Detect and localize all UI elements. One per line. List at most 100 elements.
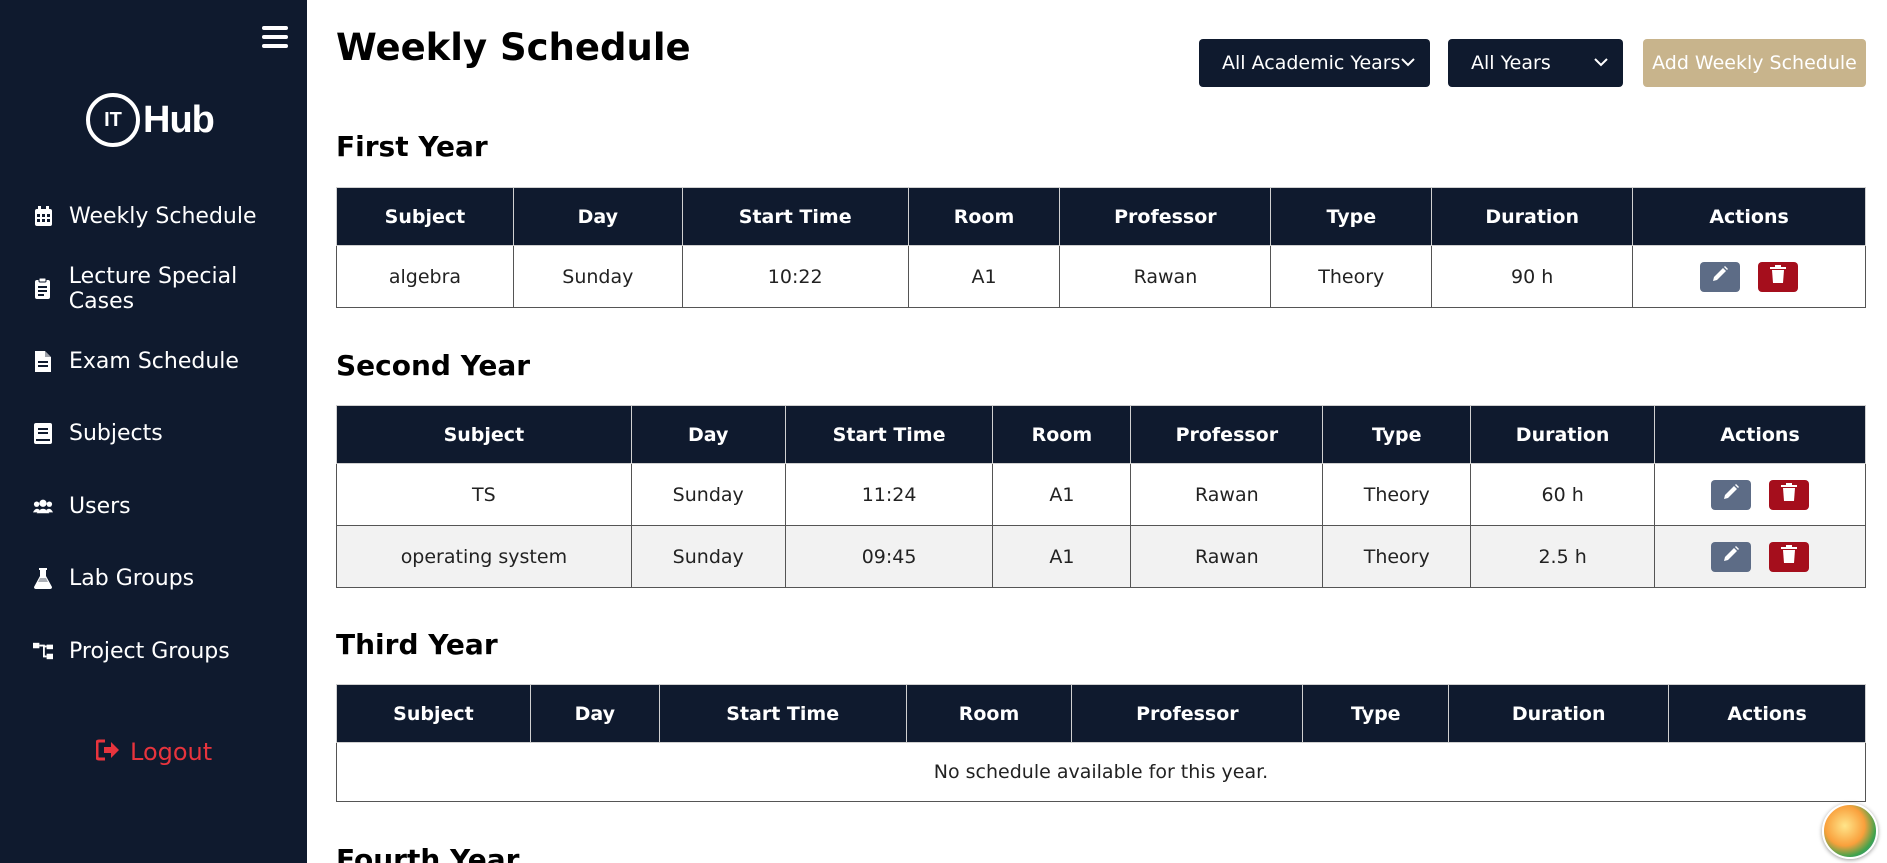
chevron-down-icon [1400, 53, 1416, 75]
edit-button[interactable] [1711, 541, 1752, 572]
schedule-table-first-year: Subject Day Start Time Room Professor Ty… [336, 187, 1866, 308]
column-header: Room [992, 405, 1132, 464]
cell-type: Theory [1322, 525, 1472, 588]
pencil-icon [1711, 265, 1729, 288]
users-icon [33, 495, 53, 517]
sitemap-icon [33, 640, 53, 662]
table-row: No schedule available for this year. [336, 742, 1866, 802]
assistant-avatar-button[interactable] [1822, 803, 1878, 859]
trash-icon [1781, 545, 1798, 568]
table-header-row: Subject Day Start Time Room Professor Ty… [336, 684, 1866, 743]
table-row: operating system Sunday 09:45 A1 Rawan T… [336, 525, 1866, 588]
cell-actions [1654, 525, 1866, 588]
pencil-icon [1722, 545, 1740, 568]
sidebar-item-project-groups[interactable]: Project Groups [0, 615, 307, 688]
sign-out-icon [95, 739, 120, 765]
app-logo: IT Hub [86, 92, 215, 148]
schedule-table-third-year: Subject Day Start Time Room Professor Ty… [336, 684, 1866, 802]
section-title-first-year: First Year [336, 130, 488, 163]
cell-professor: Rawan [1059, 245, 1272, 308]
cell-subject: algebra [336, 245, 514, 308]
column-header: Actions [1654, 405, 1866, 464]
edit-button[interactable] [1700, 261, 1741, 292]
column-header: Actions [1632, 187, 1866, 246]
schedule-table-second-year: Subject Day Start Time Room Professor Ty… [336, 405, 1866, 588]
table-row: algebra Sunday 10:22 A1 Rawan Theory 90 … [336, 245, 1866, 308]
sidebar-item-label: Lecture Special Cases [68, 263, 238, 314]
clipboard-icon [33, 278, 53, 300]
cell-day: Sunday [630, 525, 786, 588]
sidebar: IT Hub Weekly Schedule Lecture Special C… [0, 0, 307, 863]
column-header: Room [907, 187, 1061, 246]
delete-button[interactable] [1769, 541, 1810, 572]
sidebar-nav: Weekly Schedule Lecture Special Cases Ex… [0, 180, 307, 688]
column-header: Day [512, 187, 683, 246]
cell-professor: Rawan [1130, 525, 1324, 588]
cell-room: A1 [907, 245, 1061, 308]
sidebar-item-users[interactable]: Users [0, 470, 307, 543]
column-header: Professor [1059, 187, 1272, 246]
cell-day: Sunday [512, 245, 683, 308]
add-weekly-schedule-button[interactable]: Add Weekly Schedule [1643, 39, 1866, 87]
sidebar-item-exam-schedule[interactable]: Exam Schedule [0, 325, 307, 398]
cell-duration: 2.5 h [1470, 525, 1656, 588]
delete-button[interactable] [1758, 261, 1799, 292]
cell-subject: TS [336, 463, 632, 526]
column-header: Day [630, 405, 786, 464]
sidebar-item-label: Users [69, 493, 131, 519]
cell-actions [1632, 245, 1866, 308]
column-header: Subject [336, 187, 514, 246]
column-header: Subject [336, 405, 632, 464]
trash-icon [1781, 483, 1798, 506]
academic-year-select-value: All Academic Years [1222, 52, 1401, 74]
cell-type: Theory [1322, 463, 1472, 526]
file-icon [33, 350, 53, 372]
sidebar-item-weekly-schedule[interactable]: Weekly Schedule [0, 180, 307, 253]
section-title-fourth-year: Fourth Year [336, 843, 520, 863]
cell-start-time: 11:24 [784, 463, 994, 526]
calendar-icon [33, 205, 53, 227]
column-header: Professor [1130, 405, 1324, 464]
column-header: Duration [1448, 684, 1670, 743]
cell-type: Theory [1270, 245, 1433, 308]
table-header-row: Subject Day Start Time Room Professor Ty… [336, 405, 1866, 464]
column-header: Day [529, 684, 660, 743]
sidebar-item-lecture-special-cases[interactable]: Lecture Special Cases [0, 253, 307, 326]
cell-duration: 60 h [1470, 463, 1656, 526]
sidebar-item-label: Project Groups [69, 638, 230, 664]
column-header: Duration [1431, 187, 1634, 246]
column-header: Start Time [681, 187, 909, 246]
sidebar-item-label: Subjects [69, 421, 163, 447]
cell-room: A1 [992, 463, 1132, 526]
cell-professor: Rawan [1130, 463, 1324, 526]
year-select-value: All Years [1471, 52, 1551, 74]
cell-start-time: 10:22 [681, 245, 909, 308]
trash-icon [1770, 265, 1787, 288]
empty-schedule-message: No schedule available for this year. [336, 742, 1866, 802]
column-header: Professor [1071, 684, 1304, 743]
column-header: Type [1302, 684, 1450, 743]
sidebar-item-lab-groups[interactable]: Lab Groups [0, 543, 307, 616]
sidebar-item-label: Exam Schedule [69, 348, 239, 374]
menu-toggle-icon[interactable] [262, 26, 288, 48]
logo-mark: IT [86, 93, 140, 147]
sidebar-item-subjects[interactable]: Subjects [0, 398, 307, 471]
edit-button[interactable] [1711, 479, 1752, 510]
year-select[interactable]: All Years [1448, 39, 1623, 87]
logo-text: Hub [143, 98, 215, 141]
logout-label: Logout [130, 738, 213, 766]
cell-subject: operating system [336, 525, 632, 588]
table-row: TS Sunday 11:24 A1 Rawan Theory 60 h [336, 463, 1866, 526]
logout-button[interactable]: Logout [95, 738, 213, 766]
delete-button[interactable] [1769, 479, 1810, 510]
cell-room: A1 [992, 525, 1132, 588]
column-header: Subject [336, 684, 531, 743]
academic-year-select[interactable]: All Academic Years [1199, 39, 1430, 87]
column-header: Start Time [784, 405, 994, 464]
sidebar-item-label: Weekly Schedule [69, 203, 257, 229]
column-header: Room [905, 684, 1073, 743]
sidebar-item-label: Lab Groups [69, 566, 195, 592]
column-header: Duration [1470, 405, 1656, 464]
section-title-second-year: Second Year [336, 349, 531, 382]
cell-start-time: 09:45 [784, 525, 994, 588]
